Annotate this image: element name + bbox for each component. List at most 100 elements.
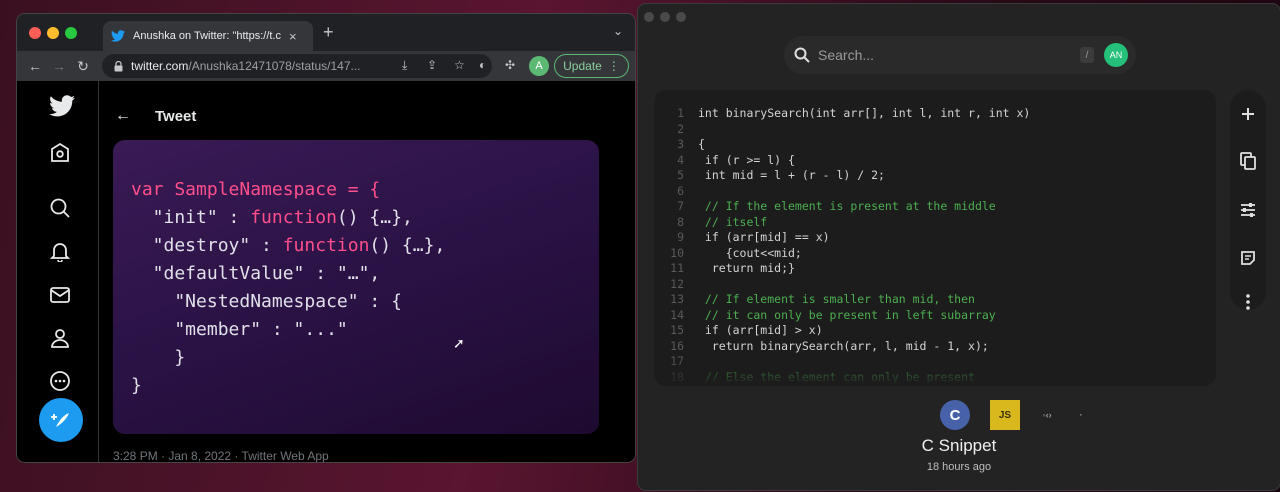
reload-icon[interactable]: ↻: [71, 58, 95, 75]
code-keyword: var SampleNamespace: [131, 179, 337, 200]
js-language-icon[interactable]: JS: [990, 400, 1020, 430]
tab-search-chevron-icon[interactable]: ⌄: [613, 24, 623, 38]
code-row: 5 int mid = l + (r - l) / 2;: [654, 168, 1216, 184]
bookmark-star-icon[interactable]: ☆: [454, 58, 465, 72]
code-text: if (r >= l) {: [698, 152, 795, 167]
code-row: 7 // If the element is present at the mi…: [654, 199, 1216, 215]
code-fade-overlay: [654, 356, 1216, 386]
code-text: return mid;}: [698, 261, 795, 275]
tab-close-icon[interactable]: ×: [289, 29, 297, 44]
minimize-window-button[interactable]: [660, 12, 670, 22]
close-window-button[interactable]: [644, 12, 654, 22]
tweet-timestamp[interactable]: 3:28 PM · Jan 8, 2022 · Twitter Web App: [113, 449, 329, 462]
twitter-page: ← Tweet var SampleNamespace = { "init" :…: [17, 81, 635, 462]
minimize-window-button[interactable]: [47, 27, 59, 39]
code-line: "NestedNamespace" : {: [131, 291, 402, 312]
line-number: 4: [677, 152, 684, 167]
line-number: 7: [677, 199, 684, 213]
close-window-button[interactable]: [29, 27, 41, 39]
share-icon[interactable]: ⇪: [427, 58, 437, 72]
user-avatar[interactable]: AN: [1104, 43, 1128, 67]
language-icon-small[interactable]: ◦‹›: [1040, 408, 1054, 422]
messages-mail-icon[interactable]: [49, 284, 71, 306]
twitter-logo-icon[interactable]: [49, 95, 75, 117]
code-row: 15 if (arr[mid] > x): [654, 323, 1216, 339]
c-language-icon[interactable]: C: [940, 400, 970, 430]
tweet-code-image[interactable]: var SampleNamespace = { "init" : functio…: [113, 140, 599, 434]
new-tab-button[interactable]: +: [323, 22, 334, 43]
back-arrow-icon[interactable]: ←: [23, 58, 47, 74]
line-number: 13: [670, 292, 684, 306]
maximize-window-button[interactable]: [676, 12, 686, 22]
puzzle-extensions-icon[interactable]: ✣: [505, 58, 515, 72]
more-vertical-icon: [1246, 294, 1250, 310]
line-number: 9: [677, 230, 684, 244]
update-button[interactable]: Update ⋮: [554, 54, 629, 78]
browser-tab[interactable]: Anushka on Twitter: "https://t.c ×: [103, 21, 313, 51]
snippet-timestamp: 18 hours ago: [926, 461, 992, 473]
search-icon: [794, 47, 810, 63]
line-number: 10: [670, 245, 684, 260]
url-text: twitter.com/Anushka12471078/status/147..…: [131, 59, 381, 73]
page-title: Tweet: [155, 107, 197, 125]
explore-search-icon[interactable]: [49, 197, 71, 219]
install-app-icon[interactable]: ⤓: [402, 58, 407, 73]
line-number: 8: [677, 214, 684, 229]
code-row: 6: [654, 184, 1216, 200]
code-keyword: function: [250, 207, 337, 228]
tweet-header: ← Tweet: [115, 107, 196, 125]
code-text: "init" :: [131, 207, 251, 228]
browser-window: Anushka on Twitter: "https://t.c × + ⌄ ←…: [17, 14, 635, 462]
browser-toolbar: ← → ↻ twitter.com/Anushka12471078/status…: [17, 51, 635, 81]
code-row: 8 // itself: [654, 215, 1216, 231]
snippet-app-window: / AN 1 int binarySearch(int arr[], int l,…: [638, 4, 1280, 490]
tab-bar: Anushka on Twitter: "https://t.c × + ⌄: [17, 14, 635, 51]
sliders-icon: [1241, 203, 1255, 217]
more-options-button[interactable]: [1238, 292, 1258, 312]
address-bar[interactable]: twitter.com/Anushka12471078/status/147..…: [102, 54, 492, 78]
search-input[interactable]: [818, 47, 1068, 63]
url-path: /Anushka12471078/status/147...: [188, 59, 361, 73]
code-text: () {…},: [336, 207, 413, 228]
back-arrow-icon[interactable]: ←: [115, 107, 131, 125]
lock-icon: [114, 60, 123, 71]
code-row: 12: [654, 277, 1216, 293]
code-line: "member" : "...": [131, 319, 348, 340]
language-carousel: C JS ◦‹› ·: [940, 400, 1088, 430]
line-number: 15: [670, 323, 684, 337]
notes-button[interactable]: [1238, 248, 1258, 268]
code-row: 1 int binarySearch(int arr[], int l, int …: [654, 106, 1216, 122]
url-host: twitter.com: [131, 59, 189, 73]
note-icon: [1241, 251, 1255, 265]
code-line: }: [131, 347, 186, 368]
notifications-bell-icon[interactable]: [49, 240, 71, 262]
line-number: 11: [670, 261, 684, 275]
line-number: 14: [670, 307, 684, 322]
twitter-bird-icon: [111, 30, 125, 42]
code-text: if (arr[mid] == x): [698, 230, 830, 244]
home-icon[interactable]: [49, 142, 71, 164]
more-circle-icon[interactable]: [49, 370, 71, 392]
copy-button[interactable]: [1238, 151, 1258, 171]
code-row: 14 // it can only be present in left sub…: [654, 308, 1216, 324]
profile-icon[interactable]: [49, 327, 71, 349]
compose-tweet-button[interactable]: [39, 398, 83, 442]
settings-sliders-button[interactable]: [1238, 200, 1258, 220]
code-editor[interactable]: 1 int binarySearch(int arr[], int l, int …: [654, 90, 1216, 386]
code-text: () {…},: [369, 235, 446, 256]
forward-arrow-icon[interactable]: →: [47, 58, 71, 74]
profile-avatar[interactable]: A: [529, 56, 549, 76]
code-text: return binarySearch(arr, l, mid - 1, x);: [698, 338, 989, 353]
code-row: 3{: [654, 137, 1216, 153]
add-snippet-button[interactable]: [1238, 104, 1258, 124]
code-lines: 1 int binarySearch(int arr[], int l, int …: [654, 106, 1216, 385]
more-menu-icon: ⋮: [607, 59, 620, 73]
side-toolbar: [1230, 90, 1266, 310]
extension-icon[interactable]: ◐: [479, 58, 486, 72]
tab-title: Anushka on Twitter: "https://t.c: [133, 30, 281, 42]
code-text: "destroy" :: [131, 235, 283, 256]
language-icon-tiny[interactable]: ·: [1074, 408, 1088, 422]
code-line: "destroy" : function() {…},: [131, 232, 581, 260]
code-row: 16 return binarySearch(arr, l, mid - 1, …: [654, 339, 1216, 355]
maximize-window-button[interactable]: [65, 27, 77, 39]
